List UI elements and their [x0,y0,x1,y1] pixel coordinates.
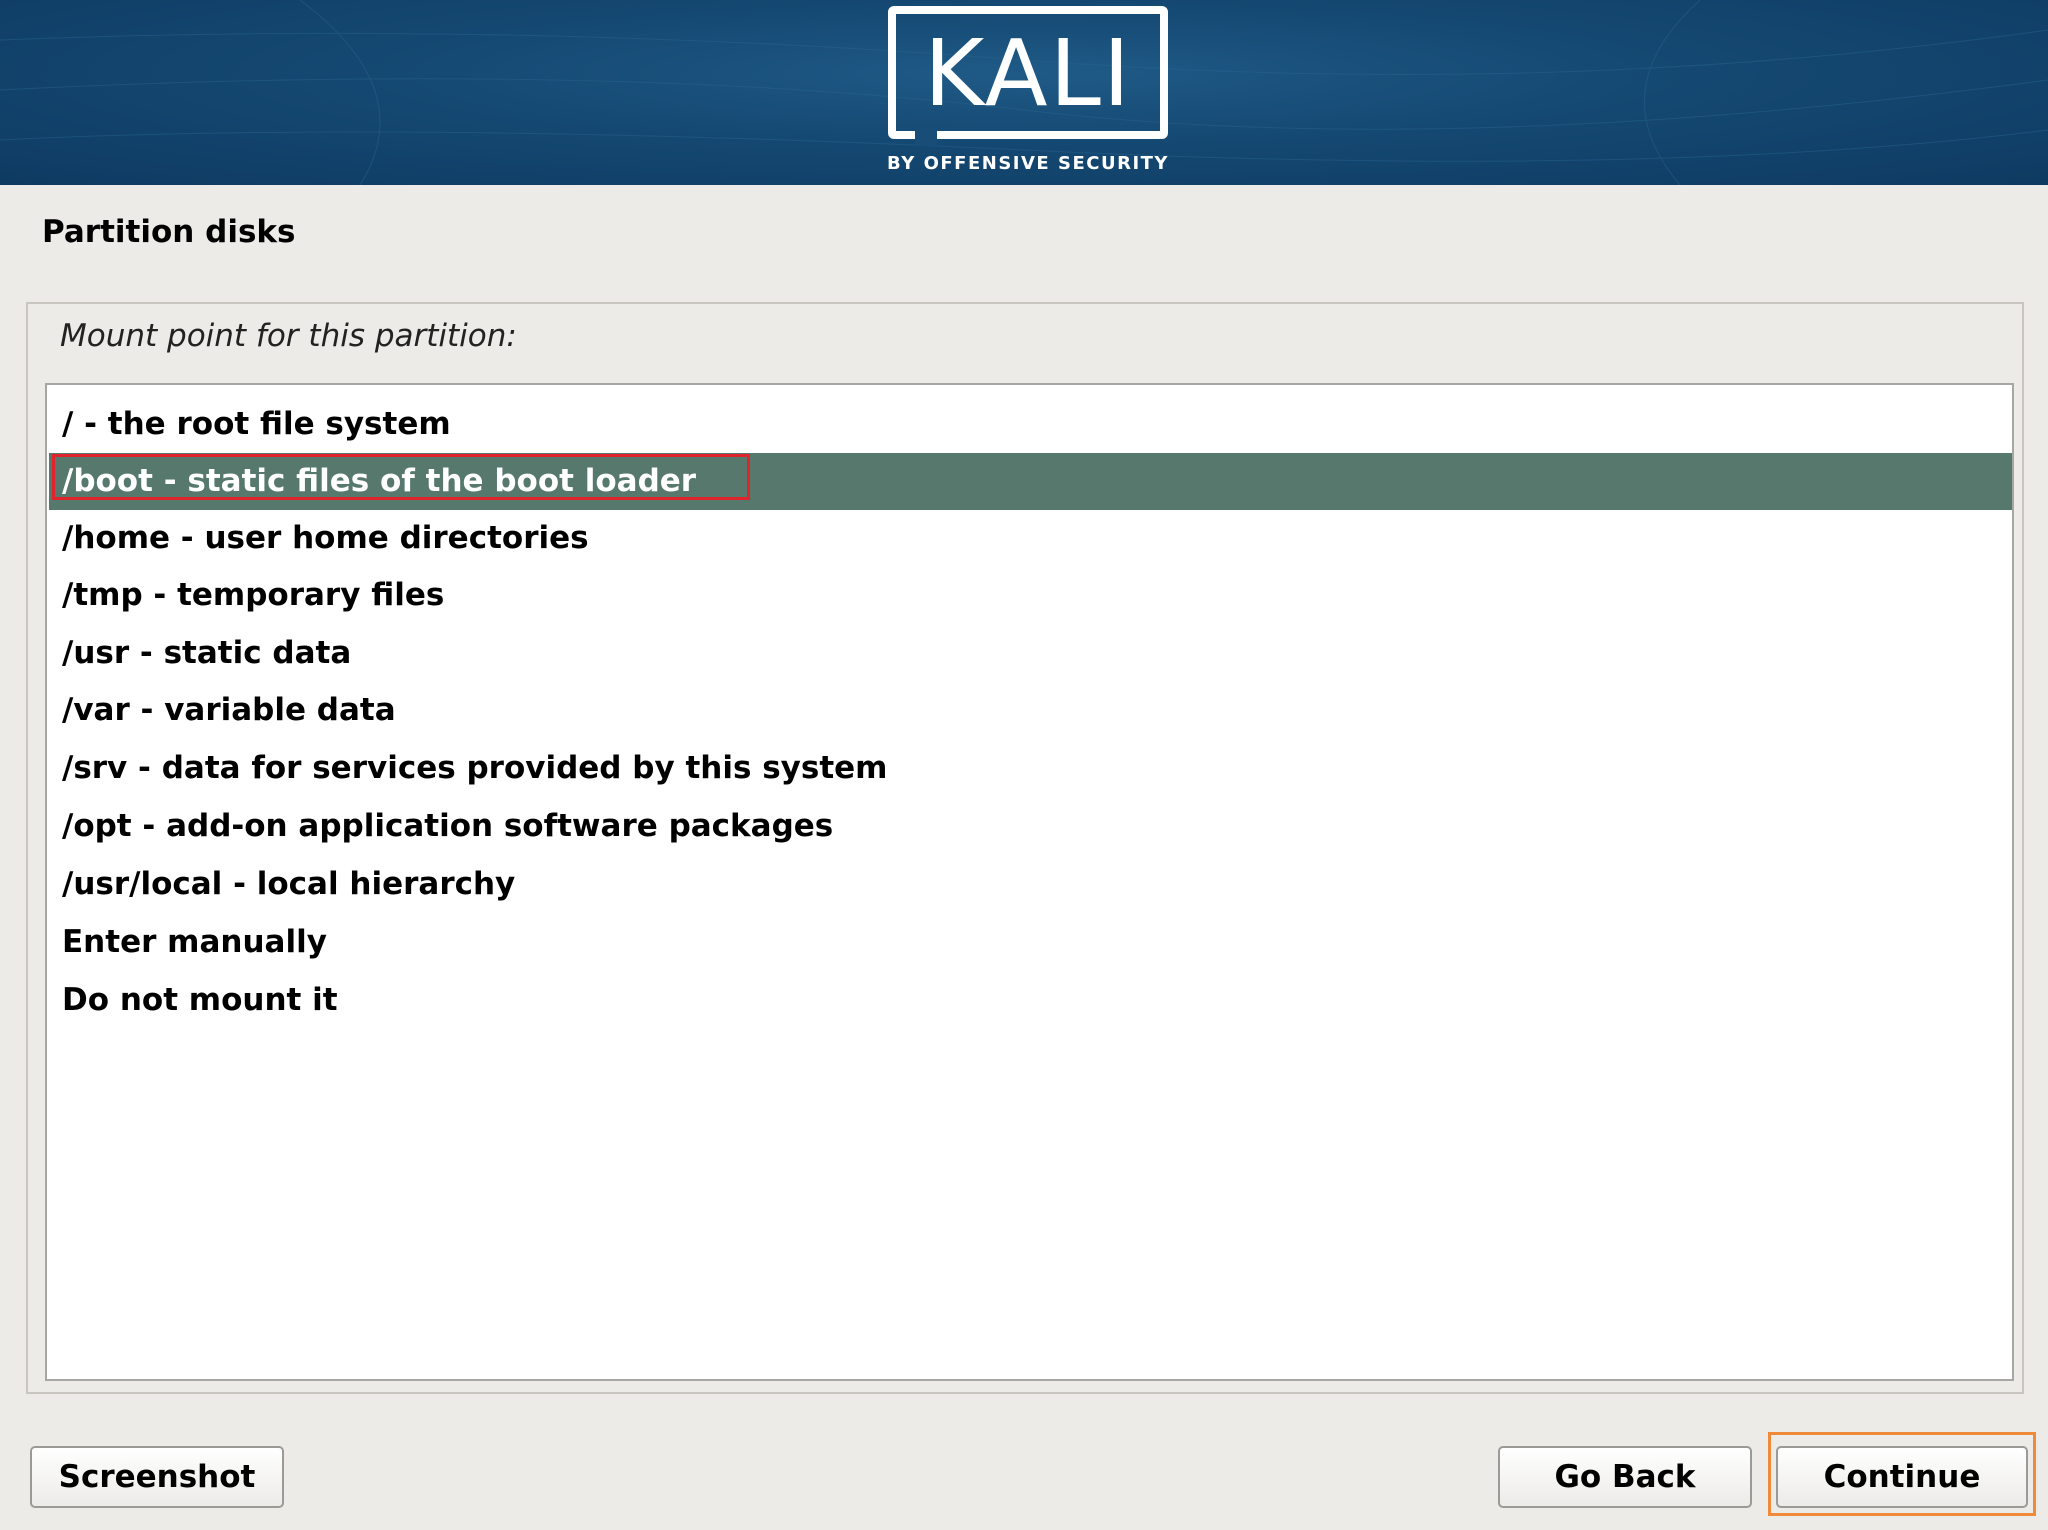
kali-banner: KALI BY OFFENSIVE SECURITY [0,0,2048,185]
kali-logo-subtitle: BY OFFENSIVE SECURITY [887,153,1169,174]
list-item-usr[interactable]: /usr - static data [49,625,2012,682]
list-item-usr-local[interactable]: /usr/local - local hierarchy [49,856,2012,913]
continue-button[interactable]: Continue [1776,1446,2028,1508]
mount-point-listbox[interactable]: / - the root file system /boot - static … [45,383,2014,1381]
screenshot-button[interactable]: Screenshot [30,1446,284,1508]
list-item-home[interactable]: /home - user home directories [49,510,2012,567]
mount-point-prompt: Mount point for this partition: [60,318,517,354]
list-item-root[interactable]: / - the root file system [49,396,2012,453]
list-item-opt[interactable]: /opt - add-on application software packa… [49,798,2012,855]
page-title: Partition disks [42,214,296,250]
list-item-enter-manually[interactable]: Enter manually [49,914,2012,971]
list-item-tmp[interactable]: /tmp - temporary files [49,567,2012,624]
list-item-srv[interactable]: /srv - data for services provided by thi… [49,740,2012,797]
list-item-var[interactable]: /var - variable data [49,682,2012,739]
list-item-do-not-mount[interactable]: Do not mount it [49,972,2012,1029]
kali-logo-text: KALI [923,20,1133,127]
selected-item-highlight-outline [52,454,750,500]
go-back-button[interactable]: Go Back [1498,1446,1752,1508]
